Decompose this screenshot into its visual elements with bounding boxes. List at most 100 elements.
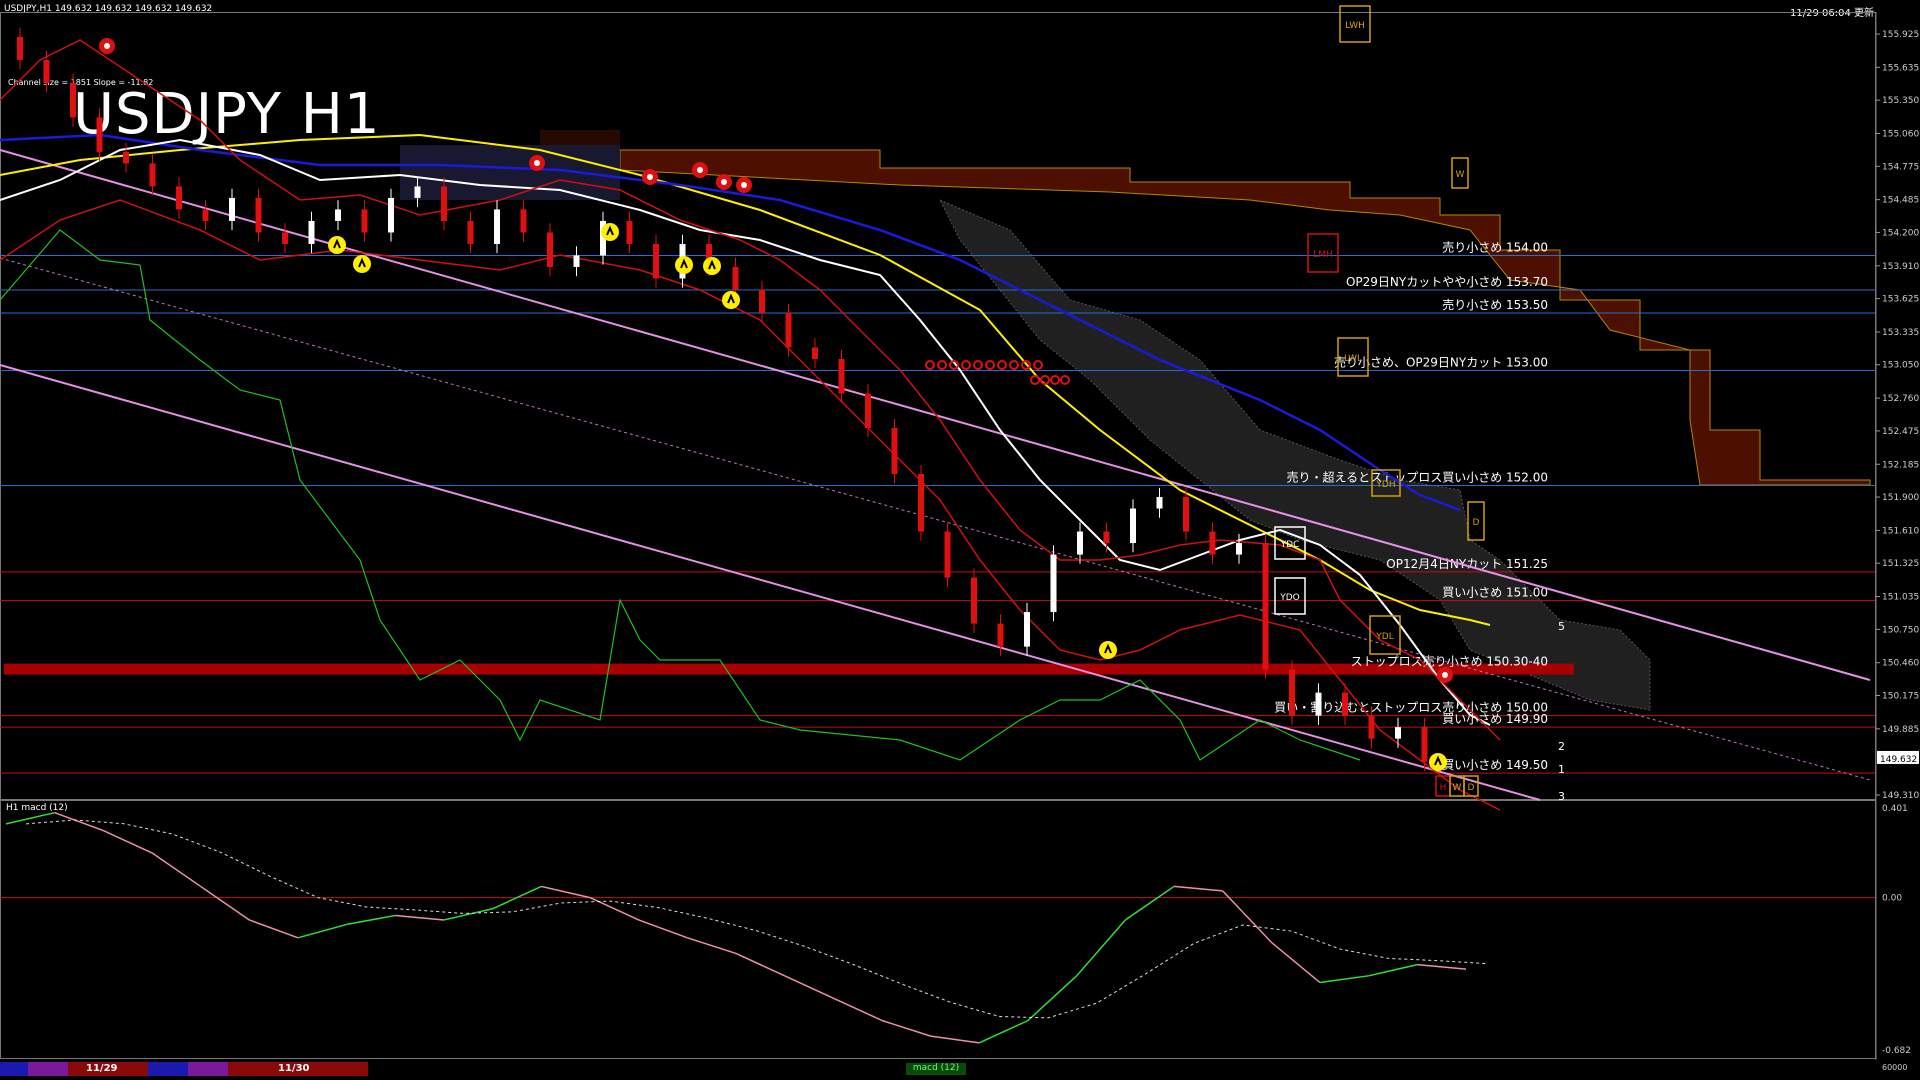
price-tick-label: 154.485 xyxy=(1882,196,1919,206)
macd-line-segment xyxy=(1319,975,1369,984)
level-label-9: 買い小さめ 149.90 xyxy=(1442,712,1548,726)
price-tick-label: 153.910 xyxy=(1882,262,1919,272)
ydo-label: YDO xyxy=(1279,593,1300,603)
price-tick-label: 152.475 xyxy=(1882,427,1919,437)
macd-tick-label: 0.00 xyxy=(1882,894,1902,904)
candle-body xyxy=(653,243,659,279)
candle-body xyxy=(335,209,341,221)
price-tick-label: 151.325 xyxy=(1882,559,1919,569)
sar-dot xyxy=(1050,375,1060,385)
price-tick-label: 154.775 xyxy=(1882,162,1919,172)
macd-line-segment xyxy=(395,914,445,921)
price-tick-label: 155.635 xyxy=(1882,63,1919,73)
price-tick-label: 155.060 xyxy=(1882,130,1919,140)
volume-tick-label: 60000 xyxy=(1882,1063,1907,1072)
candle-body xyxy=(573,255,580,267)
macd-line-segment xyxy=(930,1035,980,1044)
price-tick-label: 149.310 xyxy=(1882,791,1919,801)
chikou-line xyxy=(0,229,1361,761)
level-label-0: 売り小さめ 154.00 xyxy=(1442,239,1548,254)
w-label: W xyxy=(1456,170,1465,180)
level-label-5: OP12月4日NYカット 151.25 xyxy=(1386,557,1548,571)
macd-line-segment xyxy=(784,975,834,999)
macd-line-segment xyxy=(1027,975,1078,1022)
candle-body xyxy=(361,209,368,233)
sell-signal-dot xyxy=(1442,672,1448,678)
sar-dot xyxy=(1040,375,1050,385)
price-tick-label: 155.350 xyxy=(1882,96,1919,106)
macd-line-segment xyxy=(1076,919,1126,977)
sar-dot xyxy=(1033,360,1043,370)
channel-lower xyxy=(0,364,1541,801)
sar-dot xyxy=(973,360,983,370)
candle-body xyxy=(1183,497,1189,532)
lmh-label: LMH xyxy=(1313,250,1333,260)
price-tick-label: 153.050 xyxy=(1882,361,1919,371)
indicator-label: H1 macd (12) xyxy=(6,803,68,813)
candle-body xyxy=(1050,554,1057,613)
price-chart[interactable]: 155.925 155.635 155.350 155.060 154.775 154.4… xyxy=(0,0,1920,1080)
level-label-2: 売り小さめ 153.50 xyxy=(1442,297,1548,312)
lwh-label: LWH xyxy=(1345,21,1365,31)
fib-label-5: 5 xyxy=(1558,620,1565,633)
fib-label-3: 3 xyxy=(1558,790,1565,803)
candle-body xyxy=(494,209,500,244)
candle-body xyxy=(944,531,951,578)
indicator-tab[interactable]: macd (12) xyxy=(906,1063,966,1075)
candle-body xyxy=(1156,497,1163,509)
price-tick-label: 151.610 xyxy=(1882,526,1919,536)
macd-line-segment xyxy=(979,1019,1029,1044)
macd-line-segment xyxy=(638,919,688,939)
candle-body xyxy=(891,428,898,475)
sell-signal-dot xyxy=(534,160,540,166)
macd-line-segment xyxy=(541,885,591,899)
candle-body xyxy=(1130,508,1136,544)
macd-line-segment xyxy=(249,919,299,939)
price-tick-label: 152.185 xyxy=(1882,460,1919,470)
candle-body xyxy=(123,151,129,164)
ydh-label: YDH xyxy=(1375,480,1395,490)
candle-body xyxy=(1289,669,1295,716)
candle-body xyxy=(520,209,527,233)
macd-tick-label: -0.682 xyxy=(1882,1046,1911,1056)
macd-line-segment xyxy=(1368,963,1418,977)
candle-body xyxy=(1368,715,1375,739)
sell-signal-dot xyxy=(721,179,727,185)
macd-line-segment xyxy=(1417,963,1467,970)
sell-signal-dot xyxy=(741,182,747,188)
macd-line-segment xyxy=(833,997,883,1022)
candle-body xyxy=(759,289,765,313)
candle-body xyxy=(918,474,924,532)
candle-body xyxy=(1315,692,1322,716)
macd-tick-label: 0.401 xyxy=(1882,804,1908,814)
d2-label: D xyxy=(1468,783,1475,793)
candle-body xyxy=(1077,531,1083,555)
macd-line-segment xyxy=(200,885,250,921)
sell-signal-dot xyxy=(647,174,653,180)
macd-line-segment xyxy=(5,811,55,825)
candle-body xyxy=(255,197,262,233)
price-tick-label: 154.200 xyxy=(1882,228,1919,238)
candle-body xyxy=(202,209,209,221)
candle-body xyxy=(626,220,633,244)
macd-line-segment xyxy=(346,914,396,926)
price-tick-label: 150.460 xyxy=(1882,659,1919,669)
price-tick-label: 155.925 xyxy=(1882,30,1919,40)
candle-body xyxy=(1262,543,1269,670)
macd-line-segment xyxy=(881,1019,931,1037)
candle-body xyxy=(414,186,421,198)
candle-body xyxy=(282,232,288,244)
macd-line-segment xyxy=(589,896,639,921)
candle-body xyxy=(388,197,394,233)
price-tick-label: 151.900 xyxy=(1882,493,1919,503)
sell-signal-dot xyxy=(104,43,110,49)
candle-body xyxy=(1395,727,1401,739)
candle-body xyxy=(467,220,474,244)
h-label: H xyxy=(1440,783,1447,793)
sar-dot xyxy=(961,360,971,370)
macd-line-segment xyxy=(1124,885,1175,921)
sar-dot xyxy=(1060,375,1070,385)
macd-line-segment xyxy=(151,852,202,888)
candle-body xyxy=(547,232,553,267)
fib-label-2: 2 xyxy=(1558,740,1565,753)
